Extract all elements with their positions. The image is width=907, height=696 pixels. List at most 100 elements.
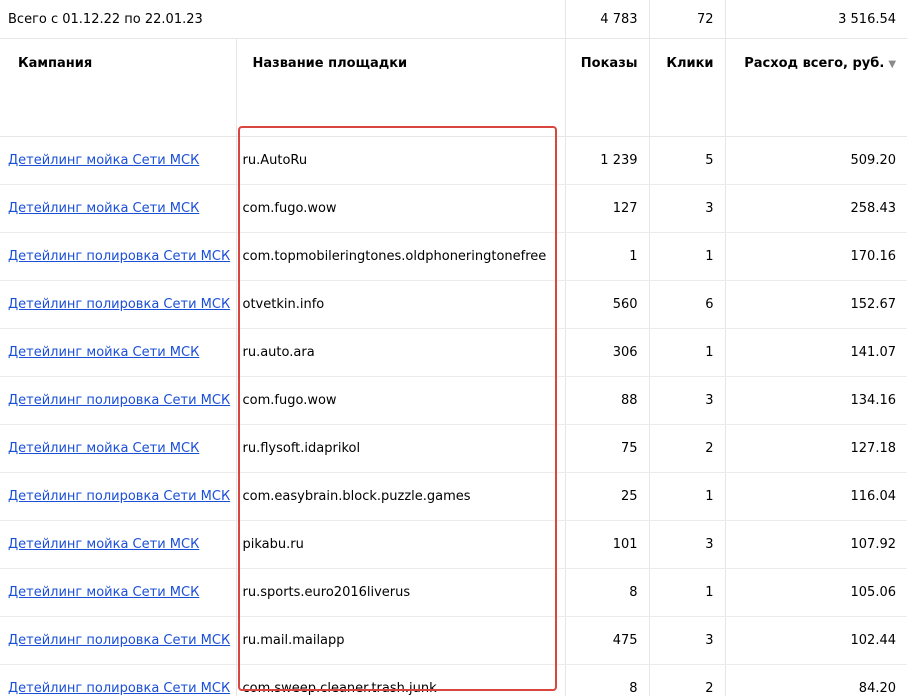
table-row: Детейлинг полировка Сети МСК com.fugo.wow… <box>0 376 907 425</box>
cost-cell: 105.06 <box>724 568 907 617</box>
table-row: Детейлинг мойка Сети МСК ru.sports.euro20… <box>0 568 907 617</box>
sort-desc-icon[interactable]: ▼ <box>888 59 896 70</box>
table-row: Детейлинг мойка Сети МСК ru.AutoRu 1 239 5 5… <box>0 136 907 185</box>
cost-cell: 107.92 <box>724 520 907 569</box>
report-table-container: Всего с 01.12.22 по 22.01.23 4 783 72 3 … <box>0 0 907 696</box>
clicks-cell: 5 <box>648 136 726 185</box>
clicks-cell: 2 <box>648 664 726 696</box>
cost-cell: 102.44 <box>724 616 907 665</box>
shows-cell: 8 <box>564 664 650 696</box>
site-name-cell: ru.flysoft.idaprikol <box>235 424 566 473</box>
campaign-link[interactable]: Детейлинг полировка Сети МСК <box>8 249 230 264</box>
cost-cell: 152.67 <box>724 280 907 329</box>
campaign-link[interactable]: Детейлинг мойка Сети МСК <box>8 153 199 168</box>
site-name-cell: ru.AutoRu <box>235 136 566 185</box>
site-name-cell: ru.mail.mailapp <box>235 616 566 665</box>
campaign-cell: Детейлинг мойка Сети МСК <box>0 424 236 473</box>
table-row: Детейлинг мойка Сети МСК pikabu.ru 101 3 107… <box>0 520 907 569</box>
column-header-clicks[interactable]: Клики <box>648 38 726 137</box>
column-header-cost[interactable]: Расход всего, руб. ▼ <box>724 38 907 137</box>
table-row: Детейлинг полировка Сети МСК ru.mail.mail… <box>0 616 907 665</box>
shows-cell: 8 <box>564 568 650 617</box>
shows-cell: 127 <box>564 184 650 233</box>
table-row: Детейлинг полировка Сети МСК com.topmobil… <box>0 232 907 281</box>
column-header-cost-label: Расход всего, руб. <box>744 56 885 71</box>
clicks-cell: 6 <box>648 280 726 329</box>
clicks-cell: 3 <box>648 520 726 569</box>
campaign-link[interactable]: Детейлинг полировка Сети МСК <box>8 681 230 696</box>
shows-cell: 75 <box>564 424 650 473</box>
column-header-site[interactable]: Название площадки <box>235 38 566 137</box>
campaign-link[interactable]: Детейлинг мойка Сети МСК <box>8 345 199 360</box>
table-row: Детейлинг мойка Сети МСК ru.flysoft.idapr… <box>0 424 907 473</box>
cost-cell: 170.16 <box>724 232 907 281</box>
table-body: Детейлинг мойка Сети МСК ru.AutoRu 1 239 5 5… <box>0 136 907 696</box>
campaign-cell: Детейлинг мойка Сети МСК <box>0 136 236 185</box>
cost-cell: 84.20 <box>724 664 907 696</box>
cost-cell: 134.16 <box>724 376 907 425</box>
campaign-cell: Детейлинг мойка Сети МСК <box>0 328 236 377</box>
site-name-cell: com.sweep.cleaner.trash.junk <box>235 664 566 696</box>
campaign-cell: Детейлинг мойка Сети МСК <box>0 520 236 569</box>
cost-cell: 141.07 <box>724 328 907 377</box>
column-header-campaign[interactable]: Кампания <box>0 38 236 137</box>
campaign-cell: Детейлинг полировка Сети МСК <box>0 280 236 329</box>
shows-cell: 475 <box>564 616 650 665</box>
shows-cell: 1 <box>564 232 650 281</box>
shows-cell: 101 <box>564 520 650 569</box>
clicks-cell: 1 <box>648 328 726 377</box>
campaign-link[interactable]: Детейлинг полировка Сети МСК <box>8 297 230 312</box>
site-name-cell: com.easybrain.block.puzzle.games <box>235 472 566 521</box>
totals-label: Всего с 01.12.22 по 22.01.23 <box>0 0 566 39</box>
totals-cost: 3 516.54 <box>724 0 907 39</box>
shows-cell: 306 <box>564 328 650 377</box>
totals-row: Всего с 01.12.22 по 22.01.23 4 783 72 3 … <box>0 0 907 39</box>
campaign-link[interactable]: Детейлинг мойка Сети МСК <box>8 537 199 552</box>
campaign-cell: Детейлинг полировка Сети МСК <box>0 664 236 696</box>
site-name-cell: ru.auto.ara <box>235 328 566 377</box>
campaign-cell: Детейлинг мойка Сети МСК <box>0 184 236 233</box>
table-row: Детейлинг мойка Сети МСК com.fugo.wow 127 3… <box>0 184 907 233</box>
site-name-cell: com.topmobileringtones.oldphoneringtonef… <box>235 232 566 281</box>
table-row: Детейлинг мойка Сети МСК ru.auto.ara 306 1 1… <box>0 328 907 377</box>
clicks-cell: 3 <box>648 376 726 425</box>
campaign-link[interactable]: Детейлинг полировка Сети МСК <box>8 393 230 408</box>
statistics-table: Всего с 01.12.22 по 22.01.23 4 783 72 3 … <box>0 0 907 696</box>
clicks-cell: 1 <box>648 568 726 617</box>
campaign-link[interactable]: Детейлинг мойка Сети МСК <box>8 201 199 216</box>
campaign-link[interactable]: Детейлинг полировка Сети МСК <box>8 633 230 648</box>
campaign-cell: Детейлинг полировка Сети МСК <box>0 472 236 521</box>
site-name-cell: ru.sports.euro2016liverus <box>235 568 566 617</box>
clicks-cell: 1 <box>648 472 726 521</box>
site-name-cell: pikabu.ru <box>235 520 566 569</box>
table-row: Детейлинг полировка Сети МСК otvetkin.inf… <box>0 280 907 329</box>
cost-cell: 258.43 <box>724 184 907 233</box>
clicks-cell: 2 <box>648 424 726 473</box>
campaign-link[interactable]: Детейлинг полировка Сети МСК <box>8 489 230 504</box>
campaign-link[interactable]: Детейлинг мойка Сети МСК <box>8 441 199 456</box>
site-name-cell: com.fugo.wow <box>235 376 566 425</box>
shows-cell: 88 <box>564 376 650 425</box>
table-row: Детейлинг полировка Сети МСК com.sweep.cl… <box>0 664 907 696</box>
shows-cell: 25 <box>564 472 650 521</box>
site-name-cell: otvetkin.info <box>235 280 566 329</box>
clicks-cell: 1 <box>648 232 726 281</box>
site-name-cell: com.fugo.wow <box>235 184 566 233</box>
cost-cell: 116.04 <box>724 472 907 521</box>
campaign-link[interactable]: Детейлинг мойка Сети МСК <box>8 585 199 600</box>
shows-cell: 1 239 <box>564 136 650 185</box>
campaign-cell: Детейлинг полировка Сети МСК <box>0 616 236 665</box>
header-row: Кампания Название площадки Показы Клики … <box>0 38 907 137</box>
campaign-cell: Детейлинг полировка Сети МСК <box>0 376 236 425</box>
table-row: Детейлинг полировка Сети МСК com.easybrai… <box>0 472 907 521</box>
column-header-shows[interactable]: Показы <box>564 38 650 137</box>
cost-cell: 509.20 <box>724 136 907 185</box>
totals-clicks: 72 <box>648 0 726 39</box>
clicks-cell: 3 <box>648 184 726 233</box>
campaign-cell: Детейлинг мойка Сети МСК <box>0 568 236 617</box>
shows-cell: 560 <box>564 280 650 329</box>
clicks-cell: 3 <box>648 616 726 665</box>
cost-cell: 127.18 <box>724 424 907 473</box>
totals-shows: 4 783 <box>564 0 650 39</box>
campaign-cell: Детейлинг полировка Сети МСК <box>0 232 236 281</box>
